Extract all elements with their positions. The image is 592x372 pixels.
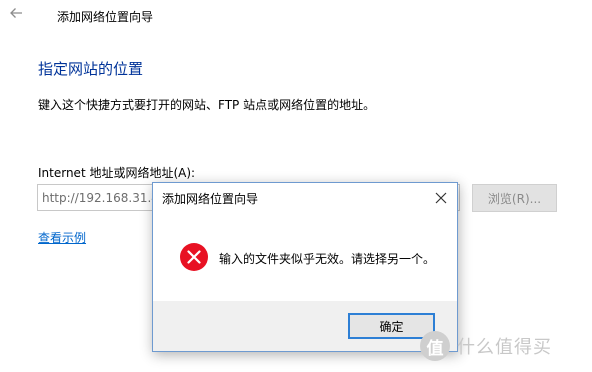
dialog-titlebar: 添加网络位置向导 xyxy=(153,183,457,213)
watermark-text: 什么值得买 xyxy=(457,337,552,358)
dialog-footer: 确定 xyxy=(153,301,457,351)
dialog-body: 输入的文件夹似乎无效。请选择另一个。 xyxy=(153,213,457,301)
page-heading: 指定网站的位置 xyxy=(38,60,144,78)
instruction-text: 键入这个快捷方式要打开的网站、FTP 站点或网络位置的地址。 xyxy=(38,98,376,112)
error-icon xyxy=(180,243,208,271)
watermark-logo: 值 xyxy=(420,331,450,361)
view-examples-link[interactable]: 查看示例 xyxy=(38,229,86,246)
error-dialog: 添加网络位置向导 输入的文件夹似乎无效。请选择另一个。 确定 xyxy=(152,182,458,352)
browse-button[interactable]: 浏览(R)... xyxy=(472,184,557,212)
back-arrow-icon[interactable] xyxy=(7,4,25,22)
window-title: 添加网络位置向导 xyxy=(57,10,154,24)
error-message: 输入的文件夹似乎无效。请选择另一个。 xyxy=(219,252,436,266)
address-field-label: Internet 地址或网络地址(A): xyxy=(38,166,196,180)
wizard-window: 添加网络位置向导 指定网站的位置 键入这个快捷方式要打开的网站、FTP 站点或网… xyxy=(0,0,592,372)
dialog-title: 添加网络位置向导 xyxy=(162,192,259,206)
close-icon[interactable] xyxy=(431,188,451,208)
watermark: 值 什么值得买 xyxy=(420,328,588,364)
